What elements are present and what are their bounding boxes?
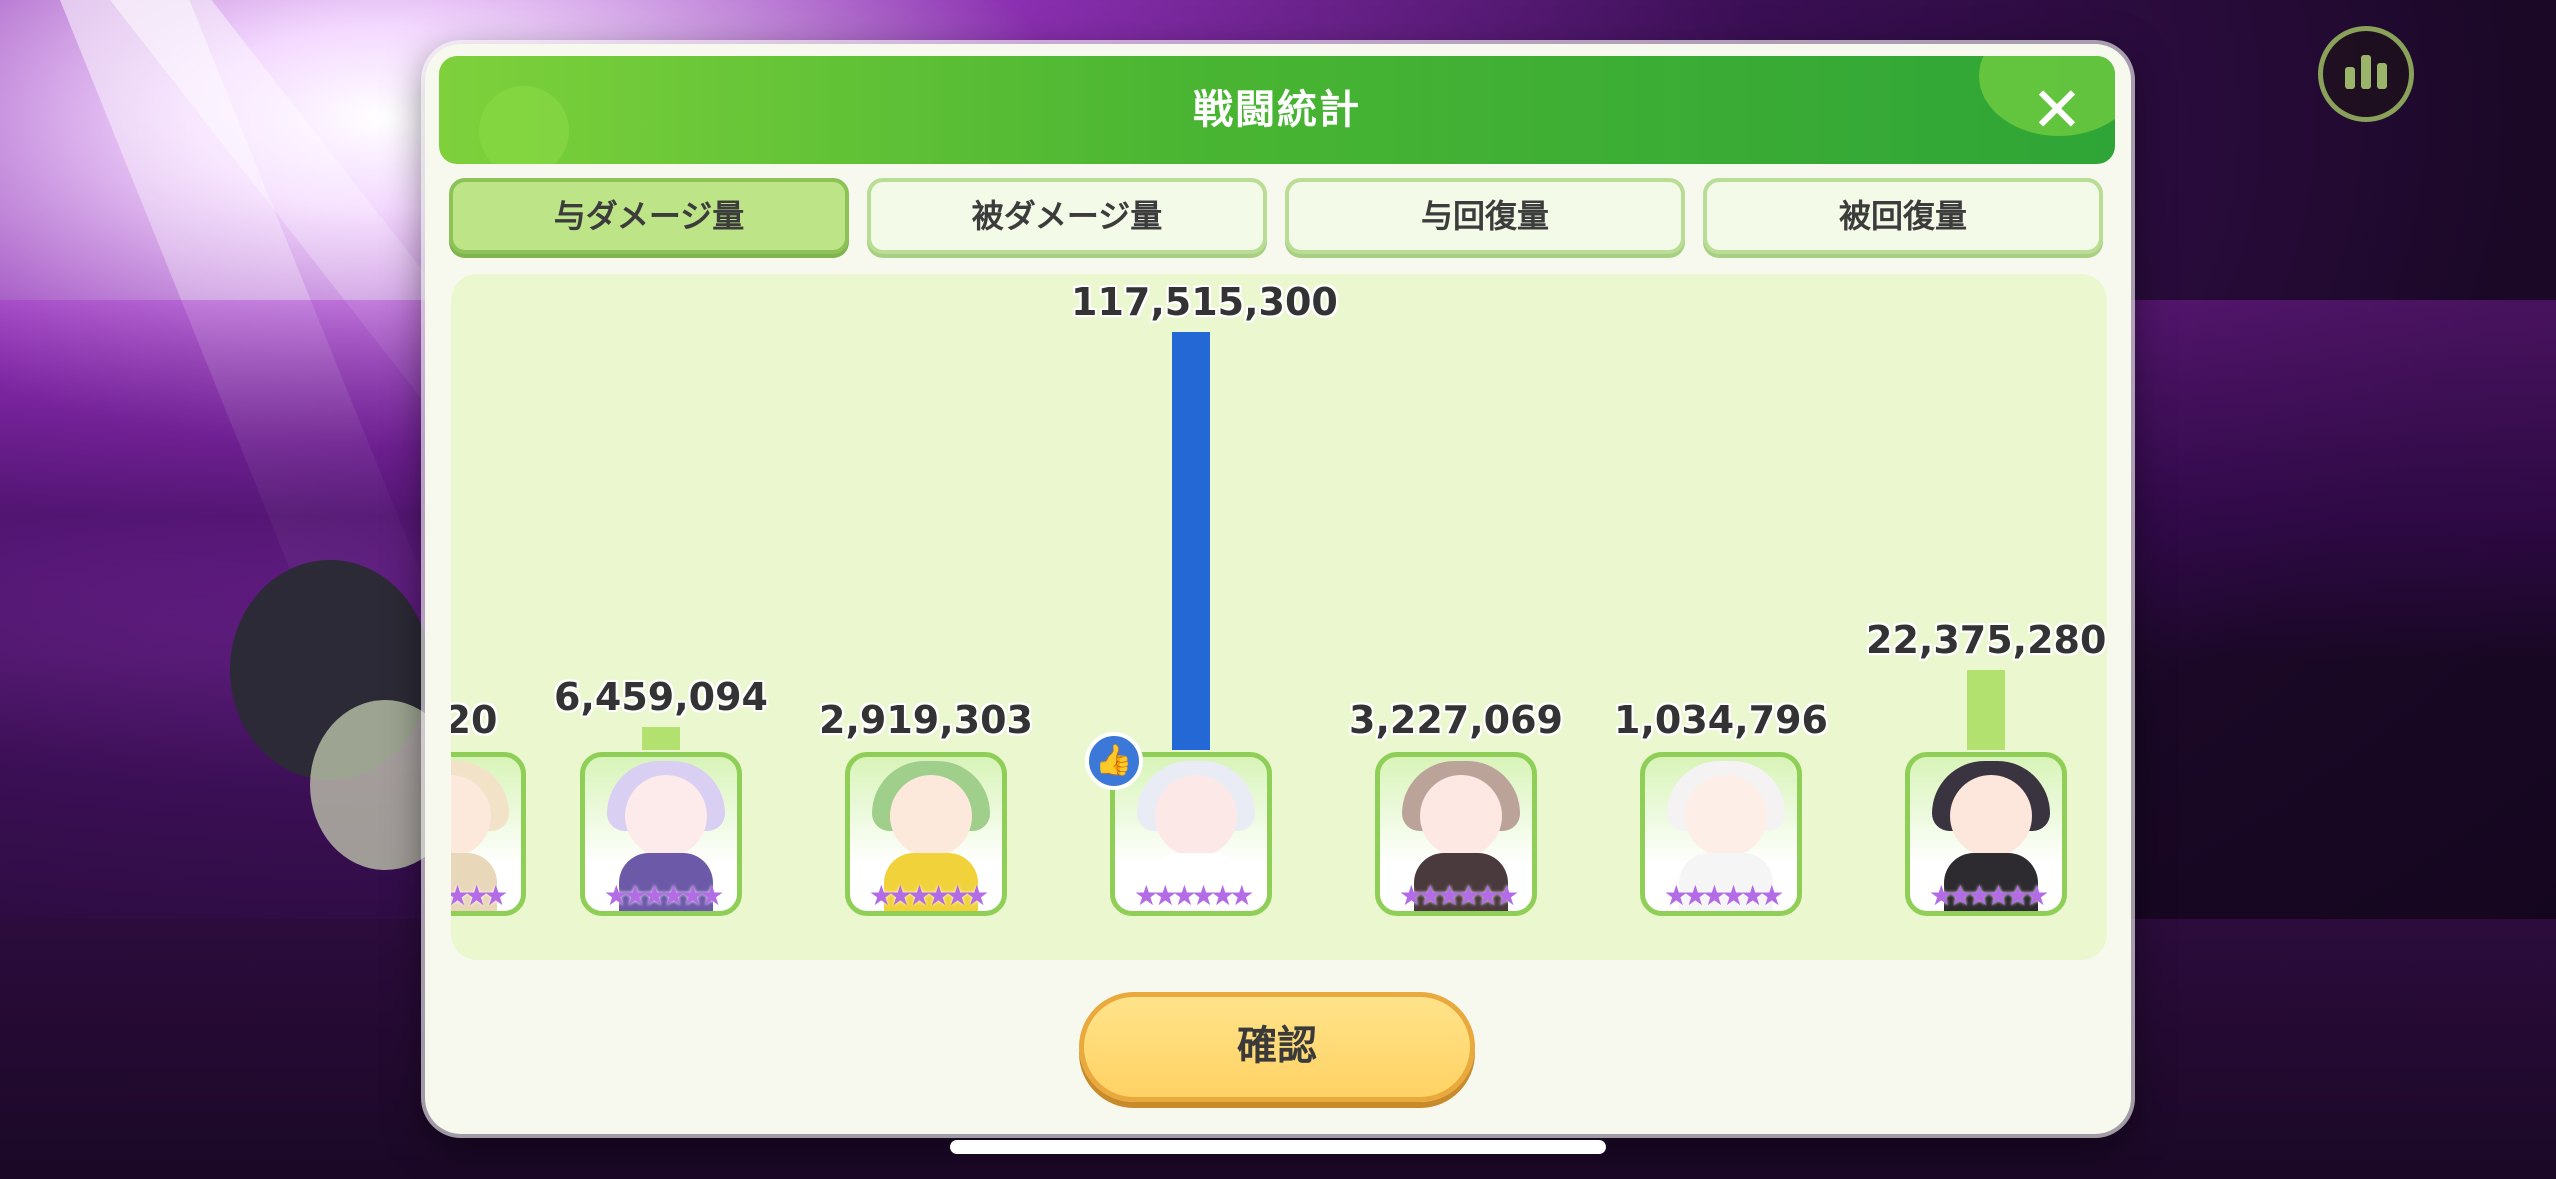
character-portrait[interactable]: ★★★★★★ — [1640, 752, 1802, 916]
damage-chart: 20★★★★★★6,459,094★★★★★★2,919,303★★★★★★11… — [451, 274, 2107, 960]
star-rating: ★★★★★★ — [868, 879, 990, 912]
star-rating: ★★★★★★ — [603, 879, 725, 912]
character-portrait[interactable]: ★★★★★★ — [1905, 752, 2067, 916]
battle-stats-icon[interactable] — [2318, 26, 2414, 122]
tab-healing-received[interactable]: 被回復量 — [1703, 178, 2103, 254]
portrait-face — [1950, 775, 2032, 857]
dialog-header: 戦闘統計 ✕ — [439, 56, 2115, 164]
star-rating: ★★★★★★ — [1928, 879, 2050, 912]
star-rating: ★★★★★★ — [1398, 879, 1520, 912]
bar-value-label: 1,034,796 — [1614, 698, 1828, 742]
portrait-face — [1155, 775, 1237, 857]
portrait-face — [1685, 775, 1767, 857]
star-rating: ★★★★★★ — [451, 879, 508, 912]
tab-healing-done[interactable]: 与回復量 — [1285, 178, 1685, 254]
bar-value-label: 22,375,280 — [1866, 618, 2107, 662]
character-portrait[interactable]: ★★★★★★ — [451, 752, 526, 916]
chart-bar — [642, 727, 680, 750]
close-button[interactable]: ✕ — [2025, 78, 2089, 142]
chart-bar — [1967, 670, 2005, 750]
bar-value-label: 117,515,300 — [1071, 280, 1338, 324]
battle-stats-dialog: 戦闘統計 ✕ 与ダメージ量 被ダメージ量 与回復量 被回復量 20★★★★★★6… — [425, 44, 2131, 1134]
confirm-button[interactable]: 確認 — [1079, 992, 1475, 1102]
bar-value-label: 6,459,094 — [554, 675, 768, 719]
star-rating: ★★★★★★ — [1663, 879, 1785, 912]
dialog-title: 戦闘統計 — [1193, 87, 1361, 133]
chart-bar — [1172, 332, 1210, 750]
tab-damage-dealt[interactable]: 与ダメージ量 — [449, 178, 849, 254]
portrait-face — [1420, 775, 1502, 857]
character-portrait[interactable]: ★★★★★★ — [580, 752, 742, 916]
character-portrait[interactable]: ★★★★★★ — [845, 752, 1007, 916]
stat-tabs: 与ダメージ量 被ダメージ量 与回復量 被回復量 — [449, 178, 2109, 256]
home-indicator[interactable] — [950, 1140, 1606, 1154]
star-rating: ★★★★★★ — [1133, 879, 1255, 912]
portrait-face — [625, 775, 707, 857]
bar-value-label: 3,227,069 — [1349, 698, 1563, 742]
tab-damage-taken[interactable]: 被ダメージ量 — [867, 178, 1267, 254]
bar-value-label: 2,919,303 — [819, 698, 1033, 742]
mvp-thumbs-up-icon: 👍 — [1085, 732, 1143, 790]
portrait-face — [890, 775, 972, 857]
character-portrait[interactable]: ★★★★★★ — [1375, 752, 1537, 916]
